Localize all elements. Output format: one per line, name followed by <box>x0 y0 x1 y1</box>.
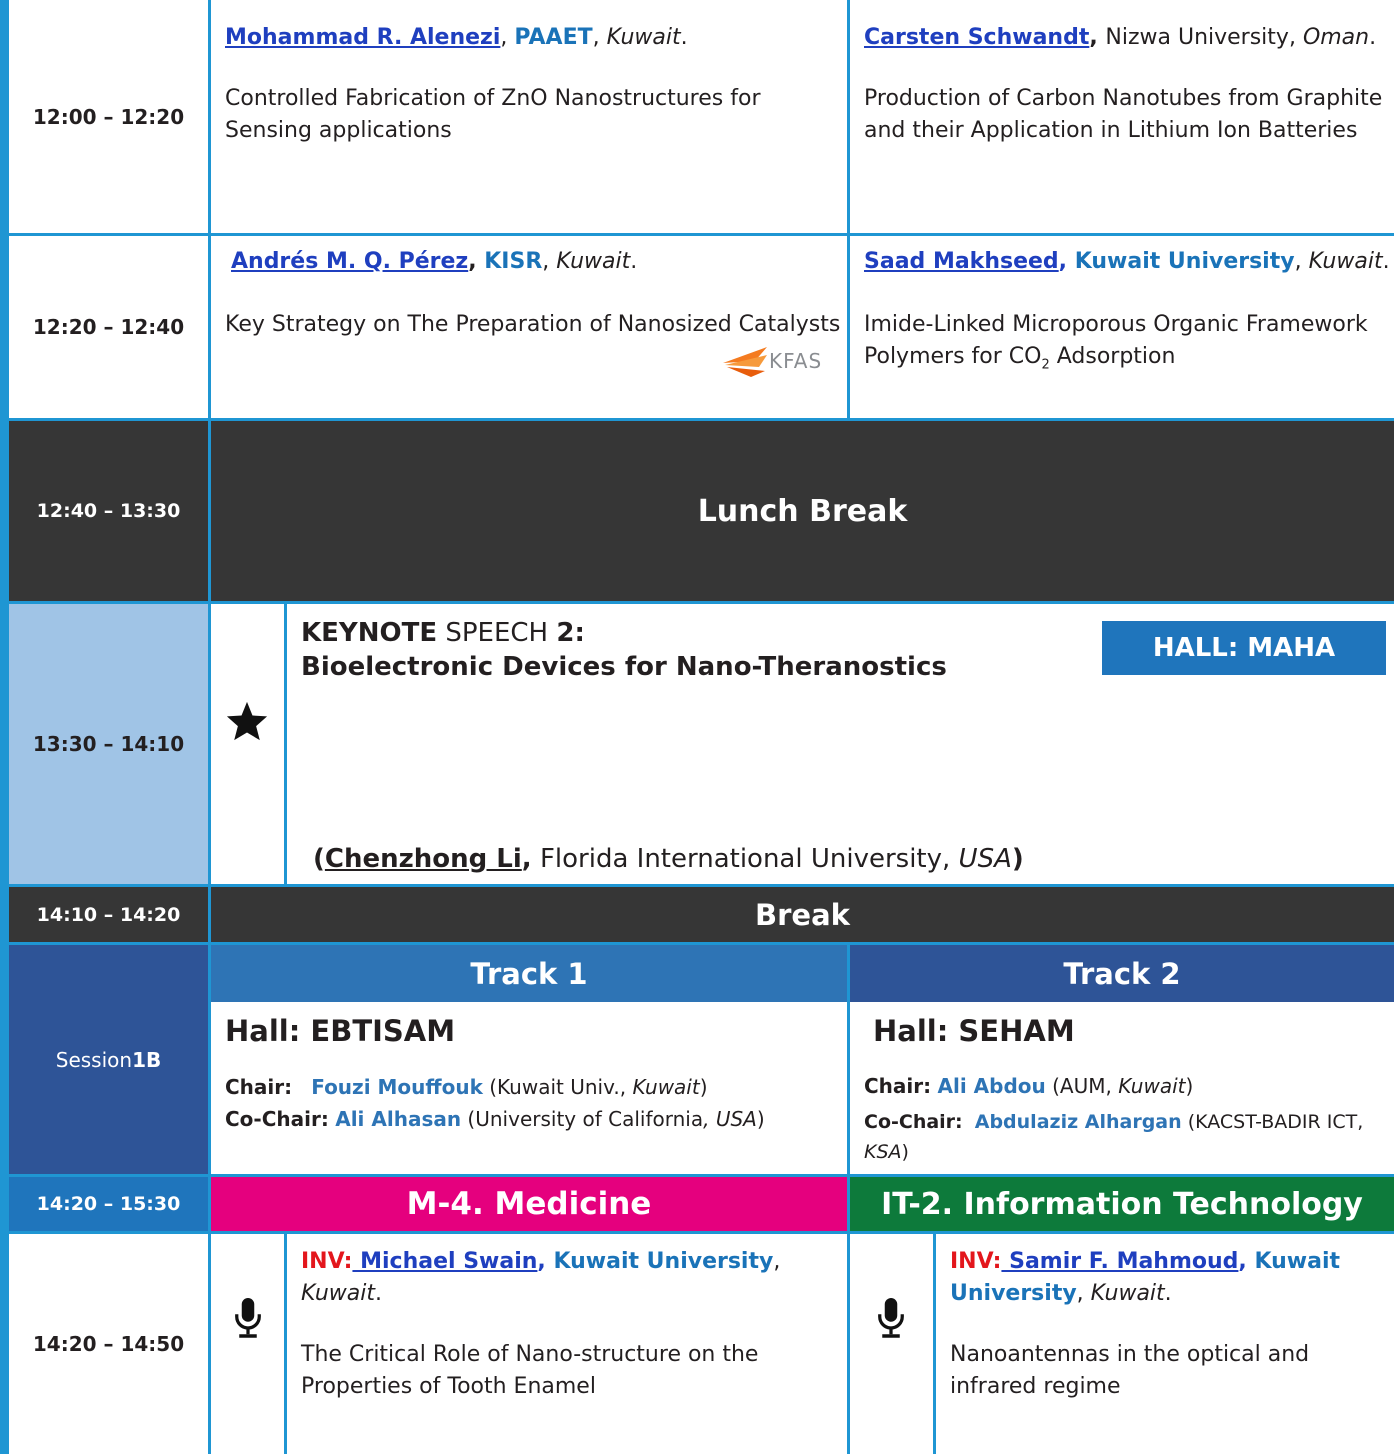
talk-cell-left: Mohammad R. Alenezi, PAAET, Kuwait. Cont… <box>211 0 850 236</box>
talk-title: Production of Carbon Nanotubes from Grap… <box>864 86 1383 143</box>
co-chair-name: Abdulaziz Alhargan <box>974 1111 1182 1133</box>
speaker-line: Carsten Schwandt, Nizwa University, Oman… <box>864 25 1377 50</box>
lunch-label: Lunch Break <box>697 493 908 529</box>
co-chair-line: Co-Chair: Ali Alhasan (University of Cal… <box>225 1107 765 1131</box>
star-icon <box>226 701 268 741</box>
organization: Nizwa University <box>1105 25 1289 50</box>
country: Kuwait <box>1308 249 1383 274</box>
keynote-speaker-link[interactable]: Chenzhong Li <box>325 844 522 874</box>
talk-cell-right: Saad Makhseed, Kuwait University, Kuwait… <box>850 236 1394 421</box>
speaker-line: Andrés M. Q. Pérez, KISR, Kuwait. <box>231 249 638 274</box>
speaker-line: INV: Samir F. Mahmoud, Kuwait University… <box>950 1249 1341 1306</box>
talk-cell-right: INV: Samir F. Mahmoud, Kuwait University… <box>936 1234 1394 1454</box>
speaker-link[interactable]: Saad Makhseed <box>864 249 1059 274</box>
inv-badge: INV: <box>301 1249 353 1274</box>
time-slot: 14:20 – 14:50 <box>0 1234 211 1454</box>
talk-title: The Critical Role of Nano-structure on t… <box>301 1342 759 1399</box>
mic-cell-left <box>211 1234 287 1454</box>
speaker-link[interactable]: Andrés M. Q. Pérez <box>231 249 468 274</box>
talk-title: Controlled Fabrication of ZnO Nanostruct… <box>225 86 761 143</box>
kfas-logo: KFAS <box>721 341 831 381</box>
organization: Kuwait University <box>553 1249 774 1274</box>
speaker-link[interactable]: Carsten Schwandt <box>864 25 1089 50</box>
speaker-line: INV: Michael Swain, Kuwait University, K… <box>301 1249 781 1306</box>
country: Kuwait <box>301 1281 375 1306</box>
keynote-cell: KEYNOTE SPEECH 2: Bioelectronic Devices … <box>287 604 1394 887</box>
topics-time: 14:20 – 15:30 <box>0 1177 211 1234</box>
talk-cell-left: INV: Michael Swain, Kuwait University, K… <box>287 1234 850 1454</box>
speaker-link[interactable]: Mohammad R. Alenezi <box>225 25 500 50</box>
break-label: Break <box>755 897 850 932</box>
country: Kuwait <box>556 249 631 274</box>
speaker-line: Saad Makhseed, Kuwait University, Kuwait… <box>864 249 1390 274</box>
hall-ebtisam: Hall: EBTISAM <box>211 1002 850 1057</box>
organization: KISR <box>484 249 543 274</box>
chairs-track1: Chair: Fouzi Mouffouk (Kuwait Univ., Kuw… <box>211 1057 850 1177</box>
microphone-icon <box>878 1298 904 1338</box>
inv-badge: INV: <box>950 1249 1002 1274</box>
organization: PAAET <box>514 25 593 50</box>
talk-cell-right: Carsten Schwandt, Nizwa University, Oman… <box>850 0 1394 236</box>
break-banner: Break <box>211 887 1394 945</box>
co-chair-line: Co-Chair: Abdulaziz Alhargan (KACST-BADI… <box>864 1111 1364 1163</box>
chair-line: Chair: Ali Abdou (AUM, Kuwait) <box>864 1074 1194 1098</box>
time-slot: 12:20 – 12:40 <box>0 236 211 421</box>
keynote-speaker: (Chenzhong Li, Florida International Uni… <box>313 844 1024 874</box>
microphone-icon <box>235 1298 261 1338</box>
hall-badge: HALL: MAHA <box>1102 621 1386 675</box>
talk-cell-left: Andrés M. Q. Pérez, KISR, Kuwait. Key St… <box>211 236 850 421</box>
chair-name: Ali Abdou <box>937 1074 1046 1098</box>
speaker-link[interactable]: Michael Swain <box>352 1249 537 1274</box>
hall-seham: Hall: SEHAM <box>873 1014 1075 1048</box>
chair-line: Chair: Fouzi Mouffouk (Kuwait Univ., Kuw… <box>225 1075 708 1099</box>
topic-medicine: M-4. Medicine <box>211 1177 850 1234</box>
kfas-logo-text: KFAS <box>769 349 823 373</box>
keynote-time: 13:30 – 14:10 <box>0 604 211 887</box>
break-time: 14:10 – 14:20 <box>0 887 211 945</box>
session-label-cell: Session 1B <box>0 945 211 1177</box>
chairs-track2: Chair: Ali Abdou (AUM, Kuwait) Co-Chair:… <box>850 1057 1394 1177</box>
country: Oman <box>1302 25 1370 50</box>
time-slot: 12:00 – 12:20 <box>0 0 211 236</box>
country: Kuwait <box>1090 1281 1165 1306</box>
speaker-link[interactable]: Samir F. Mahmoud <box>1001 1249 1238 1274</box>
talk-title: Key Strategy on The Preparation of Nanos… <box>225 312 841 337</box>
co-chair-name: Ali Alhasan <box>335 1107 462 1131</box>
talk-title: Nanoantennas in the optical and infrared… <box>950 1342 1310 1399</box>
track1-header: Track 1 <box>211 945 850 1002</box>
track2-header: Track 2 <box>850 945 1394 1002</box>
country: Kuwait <box>606 25 681 50</box>
talk-title: Imide-Linked Microporous Organic Framewo… <box>864 312 1368 373</box>
keynote-icon-cell <box>211 604 287 887</box>
lunch-time: 12:40 – 13:30 <box>0 421 211 604</box>
mic-cell-right <box>850 1234 936 1454</box>
speaker-line: Mohammad R. Alenezi, PAAET, Kuwait. <box>225 25 688 50</box>
organization: Kuwait University <box>1074 249 1295 274</box>
lunch-banner: Lunch Break <box>211 421 1394 604</box>
topic-it: IT-2. Information Technology <box>850 1177 1394 1234</box>
chair-name: Fouzi Mouffouk <box>311 1075 483 1099</box>
